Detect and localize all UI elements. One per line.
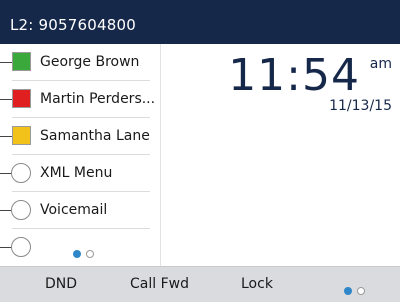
programmable-keys-panel: George Brown Martin Perders... Samantha …	[0, 44, 161, 266]
key-martin-perders[interactable]: Martin Perders...	[0, 81, 160, 118]
key-label: Martin Perders...	[40, 91, 156, 107]
key-connector	[0, 62, 12, 63]
key-connector	[0, 99, 12, 100]
key-label: George Brown	[40, 54, 140, 70]
key-circle-icon	[11, 163, 31, 183]
key-label: Voicemail	[40, 202, 108, 218]
page-dot-active	[73, 249, 81, 258]
key-connector	[0, 136, 12, 137]
key-label: XML Menu	[40, 165, 113, 181]
clock-ampm: am	[369, 56, 392, 72]
key-voicemail[interactable]: Voicemail	[0, 192, 160, 229]
key-xml-menu[interactable]: XML Menu	[0, 155, 160, 192]
softkey-bar: DND Call Fwd Lock	[0, 266, 400, 302]
key-empty[interactable]	[0, 229, 160, 266]
softkey-dnd[interactable]: DND	[45, 267, 77, 302]
clock-date: 11/13/15	[329, 98, 392, 114]
page-dot-active	[344, 286, 352, 295]
key-page-indicator	[73, 243, 99, 262]
page-dot-inactive	[357, 286, 365, 295]
key-george-brown[interactable]: George Brown	[0, 44, 160, 81]
clock-area: 11:54 am 11/13/15	[161, 44, 400, 266]
phone-screen: L2: 9057604800 George Brown Martin Perde…	[0, 0, 400, 302]
key-samantha-lane[interactable]: Samantha Lane	[0, 118, 160, 155]
softkey-page-indicator[interactable]	[344, 280, 370, 299]
line-label: L2: 9057604800	[10, 16, 136, 34]
presence-yellow-icon	[12, 126, 31, 145]
status-header: L2: 9057604800	[0, 0, 400, 44]
clock-time: 11:54	[228, 50, 360, 101]
key-label: Samantha Lane	[40, 128, 150, 144]
softkey-lock[interactable]: Lock	[241, 267, 273, 302]
presence-green-icon	[12, 52, 31, 71]
key-circle-icon	[11, 237, 31, 257]
softkey-call-fwd[interactable]: Call Fwd	[130, 267, 189, 302]
page-dot-inactive	[86, 249, 94, 258]
presence-red-icon	[12, 89, 31, 108]
key-circle-icon	[11, 200, 31, 220]
